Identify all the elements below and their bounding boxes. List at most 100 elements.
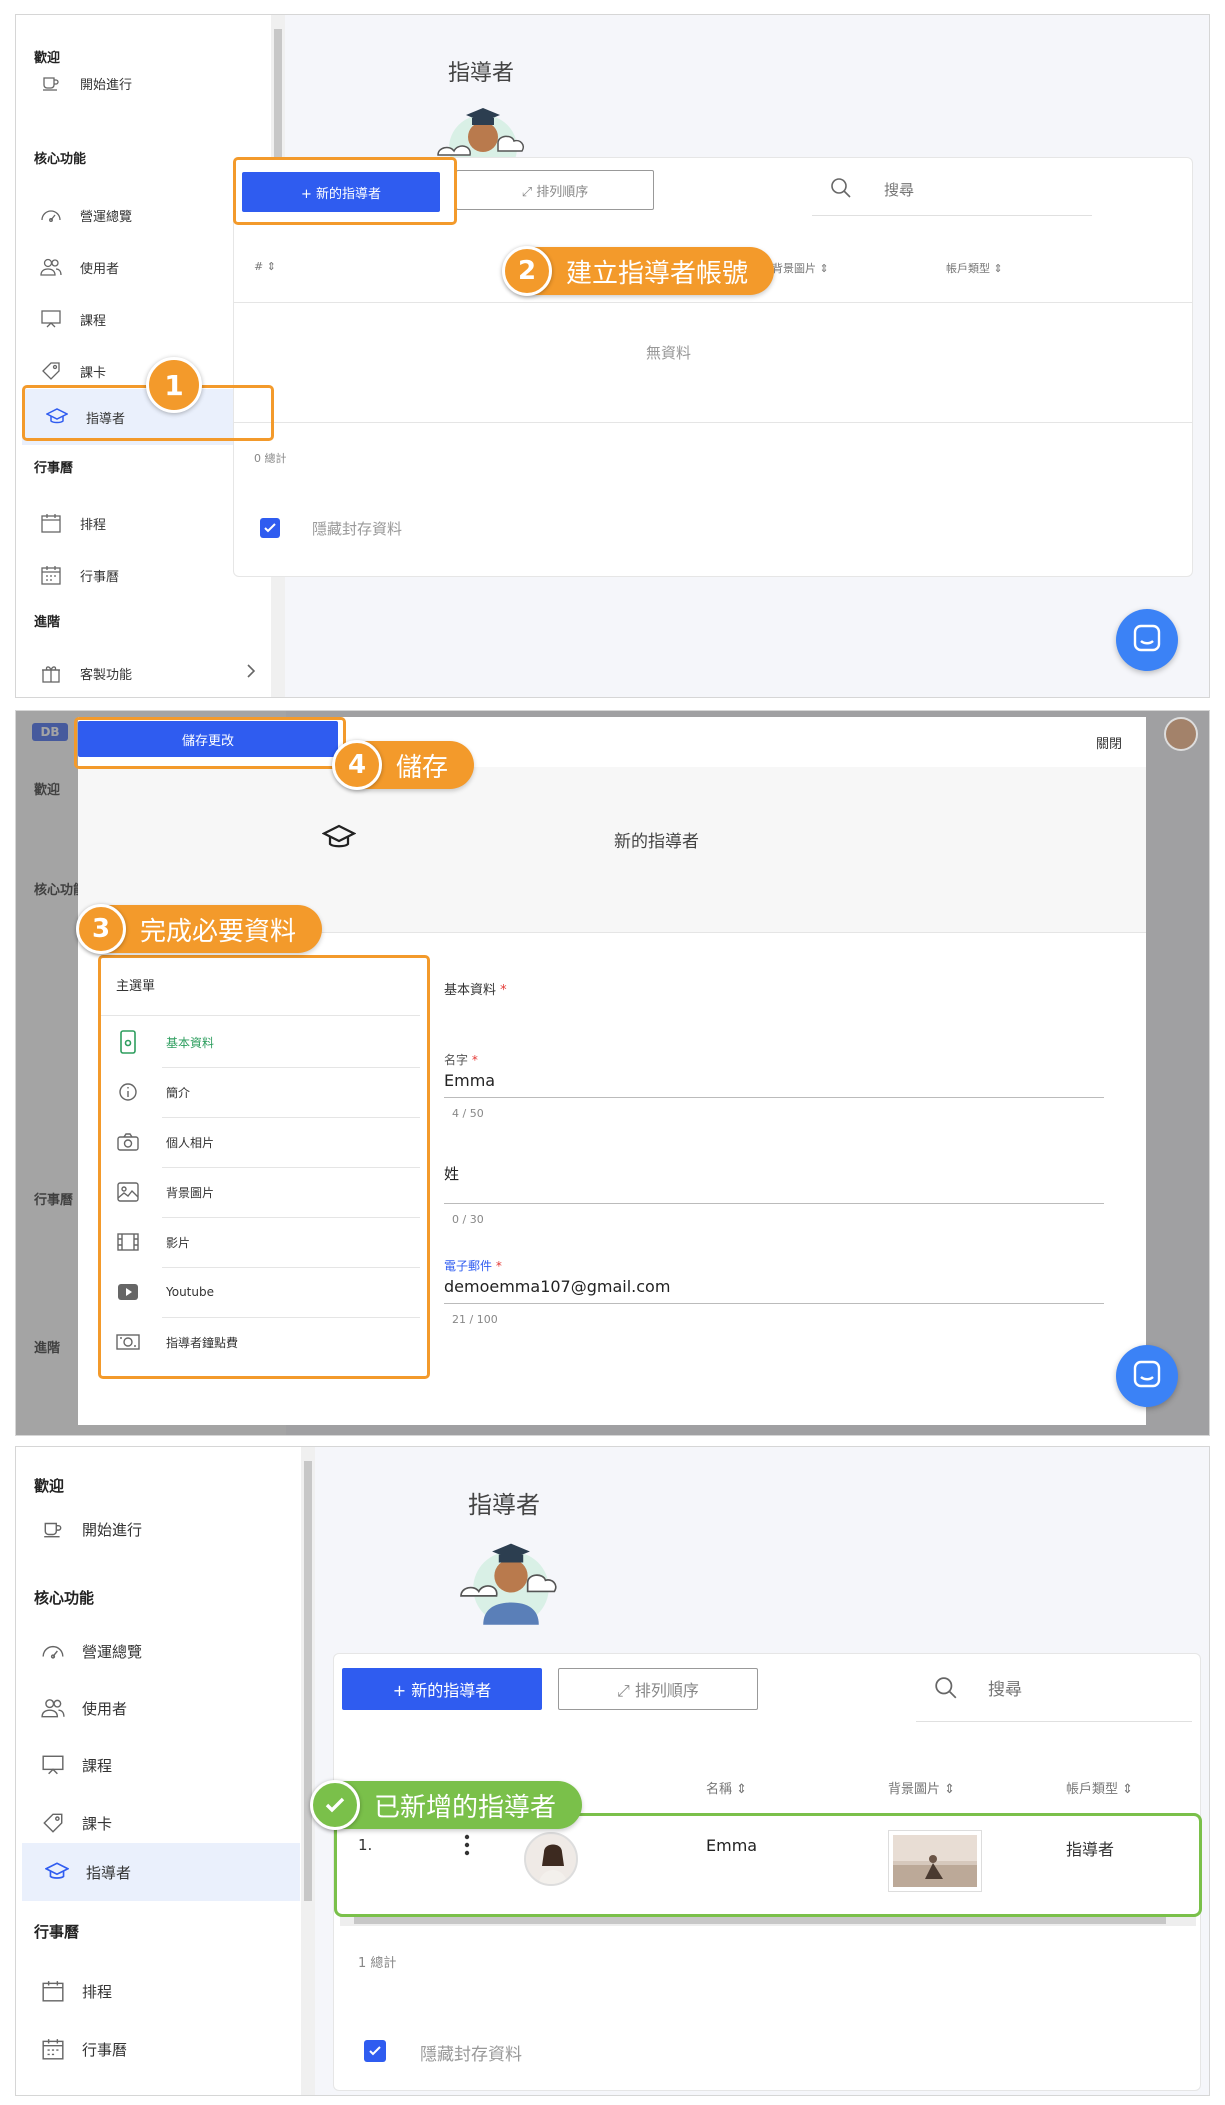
sidebar-item-label: 營運總覽: [80, 209, 133, 225]
sidebar: 歡迎 開始進行 核心功能 營運總覽 使用者 課程 課卡 指導者 行事曆 排程 行…: [16, 1447, 301, 2095]
sidebar-item-label: 排程: [80, 517, 107, 533]
chat-launcher[interactable]: [1116, 609, 1178, 671]
column-header-background[interactable]: 背景圖片 ⇕: [888, 1778, 955, 1797]
first-name-label: 名字 *: [444, 1053, 478, 1067]
cup-icon: [38, 70, 64, 96]
step-3-callout: 3 完成必要資料: [76, 904, 323, 954]
search-input[interactable]: [882, 179, 1062, 200]
sidebar-section-calendar: 行事曆: [34, 1923, 80, 1941]
last-name-counter: 0 / 30: [452, 1213, 484, 1226]
sidebar-item-overview[interactable]: 營運總覽: [40, 1631, 295, 1671]
sidebar-item-courses[interactable]: 課程: [40, 1745, 295, 1785]
column-header-background[interactable]: 背景圖片 ⇕: [772, 260, 829, 276]
added-mentor-text: 已新增的指導者: [374, 1792, 557, 1823]
chat-launcher[interactable]: [1116, 1345, 1178, 1407]
check-icon: [310, 1780, 360, 1830]
sidebar-item-start[interactable]: 開始進行: [38, 63, 268, 103]
last-name-input[interactable]: 姓: [444, 1163, 459, 1184]
step-2-callout: 2 建立指導者帳號: [502, 246, 775, 296]
sidebar-item-calendar[interactable]: 行事曆: [40, 2029, 295, 2069]
highlight-save-button: [74, 717, 346, 769]
hide-archived-checkbox[interactable]: [260, 518, 280, 538]
sidebar-item-cards[interactable]: 課卡: [40, 1803, 295, 1843]
sidebar-item-label: 課程: [82, 1756, 113, 1775]
users-icon: [38, 254, 64, 280]
sidebar-item-start[interactable]: 開始進行: [40, 1509, 295, 1549]
email-input[interactable]: demoemma107@gmail.com: [444, 1277, 670, 1296]
sidebar-section-advanced: 進階: [34, 615, 61, 630]
search-icon[interactable]: [830, 177, 852, 203]
sort-order-button[interactable]: ⤢ 排列順序: [558, 1668, 758, 1710]
graduation-cap-icon: [44, 1859, 70, 1885]
sidebar-item-label: 指導者: [86, 1863, 132, 1882]
chat-icon: [1132, 1359, 1162, 1393]
dashboard-icon: [38, 202, 64, 228]
chat-icon: [1132, 623, 1162, 657]
hide-archived-label: 隱藏封存資料: [420, 2045, 522, 2065]
sidebar-scrollbar[interactable]: [301, 1447, 315, 2095]
presentation-icon: [38, 306, 64, 332]
sidebar-item-label: 課程: [80, 313, 107, 329]
sidebar-section-core: 核心功能: [34, 152, 87, 167]
modal-title: 新的指導者: [614, 832, 699, 852]
screenshot-result: 歡迎 開始進行 核心功能 營運總覽 使用者 課程 課卡 指導者 行事曆 排程 行…: [15, 1446, 1210, 2096]
total-count: 0 總計: [254, 452, 287, 465]
divider: [234, 422, 1192, 423]
search-bar: [916, 1658, 1192, 1722]
page-title: 指導者: [468, 1491, 540, 1519]
sidebar-item-label: 客製功能: [80, 667, 133, 683]
calendar-blank-icon: [40, 1978, 66, 2004]
new-mentor-button[interactable]: + 新的指導者: [342, 1668, 542, 1710]
screenshot-step-1-2: 歡迎 開始進行 核心功能 營運總覽 使用者 課程 課卡 指導者 行事曆 排程 行…: [15, 14, 1210, 698]
step-4-number: 4: [332, 740, 382, 790]
dashboard-icon: [40, 1638, 66, 1664]
scrollbar-thumb[interactable]: [354, 1916, 1166, 1924]
email-label: 電子郵件 *: [444, 1259, 502, 1273]
sort-order-button[interactable]: ⤢ 排列順序: [456, 170, 654, 210]
cup-icon: [40, 1516, 66, 1542]
divider: [444, 1303, 1104, 1304]
divider: [444, 1097, 1104, 1098]
sidebar-item-schedule[interactable]: 排程: [40, 1971, 295, 2011]
sidebar-item-label: 行事曆: [82, 2040, 128, 2059]
added-mentor-callout: 已新增的指導者: [310, 1780, 583, 1830]
sidebar-section-core: 核心功能: [34, 1589, 95, 1607]
users-icon: [40, 1695, 66, 1721]
scrollbar-thumb[interactable]: [304, 1461, 312, 1901]
column-header-index[interactable]: # ⇕: [254, 260, 276, 273]
search-bar: [812, 164, 1092, 216]
close-button[interactable]: 關閉: [1096, 733, 1122, 752]
first-name-input[interactable]: Emma: [444, 1071, 495, 1090]
sidebar-item-custom[interactable]: 客製功能: [38, 653, 268, 693]
highlight-new-button: [233, 157, 457, 225]
search-icon[interactable]: [934, 1676, 958, 1704]
column-header-account-type[interactable]: 帳戶類型 ⇕: [946, 260, 1003, 276]
sidebar-item-label: 課卡: [82, 1814, 113, 1833]
mentor-illustration: [448, 1527, 574, 1631]
step-4-callout: 4 儲存: [332, 740, 475, 790]
first-name-counter: 4 / 50: [452, 1107, 484, 1120]
divider: [444, 1203, 1104, 1204]
sidebar-item-label: 使用者: [80, 261, 120, 277]
sidebar-item-label: 課卡: [80, 365, 107, 381]
sidebar-item-label: 排程: [82, 1982, 113, 2001]
sidebar-section-welcome: 歡迎: [34, 1477, 65, 1495]
step-2-number: 2: [502, 246, 552, 296]
sidebar-item-users[interactable]: 使用者: [40, 1688, 295, 1728]
search-input[interactable]: [986, 1678, 1166, 1701]
user-avatar[interactable]: [1164, 717, 1198, 751]
empty-state-text: 無資料: [646, 344, 692, 362]
sidebar-item-mentors[interactable]: 指導者: [22, 1843, 300, 1901]
column-header-name[interactable]: 名稱 ⇕: [706, 1778, 747, 1797]
highlight-main-menu: [98, 955, 430, 1379]
sidebar-item-label: 營運總覽: [82, 1642, 143, 1661]
step-4-text: 儲存: [396, 752, 449, 783]
sidebar-item-label: 開始進行: [82, 1520, 143, 1539]
screenshot-step-3-4: DB 歡迎 核心功能 行事曆 進階 儲存更改 關閉 新的指導者 主選單 基本資料…: [15, 710, 1210, 1436]
form-section-title: 基本資料 *: [444, 983, 507, 998]
hide-archived-checkbox[interactable]: [364, 2040, 386, 2062]
tag-icon: [38, 358, 64, 384]
presentation-icon: [40, 1752, 66, 1778]
gift-icon: [38, 660, 64, 686]
column-header-account-type[interactable]: 帳戶類型 ⇕: [1066, 1778, 1133, 1797]
